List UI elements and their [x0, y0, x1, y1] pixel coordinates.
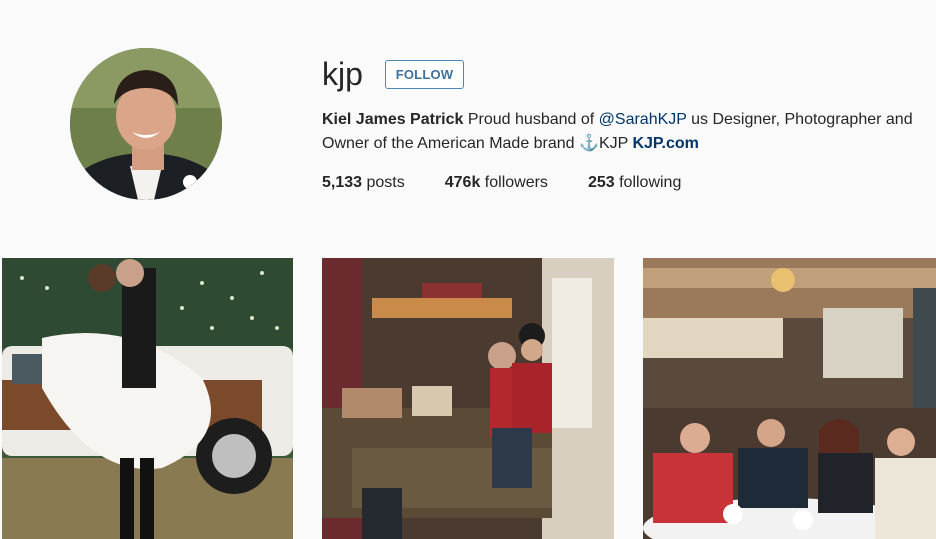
profile-stats: 5,133 posts 476k followers 253 following: [322, 171, 721, 195]
posts-stat: 5,133 posts: [322, 171, 405, 195]
post-thumbnail-dining[interactable]: [643, 258, 936, 539]
following-label: following: [619, 174, 682, 191]
post-thumbnail-cabin[interactable]: [322, 258, 614, 539]
bio-website-link[interactable]: KJP.com: [632, 135, 698, 152]
profile-avatar: [70, 48, 222, 200]
posts-count: 5,133: [322, 174, 363, 191]
followers-count: 476k: [444, 174, 481, 191]
profile-full-name: Kiel James Patrick: [322, 111, 464, 128]
posts-label: posts: [366, 174, 405, 191]
follow-button[interactable]: FOLLOW: [385, 60, 464, 89]
following-stat[interactable]: 253 following: [588, 171, 681, 195]
following-count: 253: [587, 174, 615, 191]
bio-text-1: Proud husband of: [467, 111, 595, 128]
profile-bio: Kiel James Patrick Proud husband of @Sar…: [322, 108, 932, 156]
bio-mention-link[interactable]: @SarahKJP: [599, 111, 687, 128]
followers-label: followers: [484, 174, 548, 191]
followers-stat[interactable]: 476k followers: [445, 171, 548, 195]
profile-username: kjp: [322, 56, 363, 92]
post-thumbnail-wedding[interactable]: [2, 258, 293, 539]
